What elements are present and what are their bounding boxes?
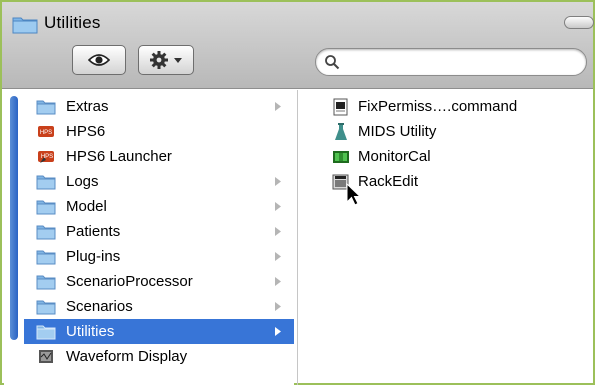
list-item-label: HPS6 Launcher xyxy=(66,148,172,165)
list-item-label: Logs xyxy=(66,173,99,190)
list-item-label: Model xyxy=(66,198,107,215)
search-input[interactable] xyxy=(346,52,576,72)
svg-text:HPS: HPS xyxy=(40,130,52,136)
list-item-label: RackEdit xyxy=(358,173,419,190)
action-menu-button[interactable] xyxy=(138,45,194,75)
column-scrollbar[interactable] xyxy=(10,96,18,340)
list-item-label: MonitorCal xyxy=(358,148,431,165)
list-item-label: HPS6 xyxy=(66,123,106,140)
list-item-label: Extras xyxy=(66,98,109,115)
disclosure-arrow-icon xyxy=(275,277,281,286)
list-item-hps6-launcher[interactable]: HPS HPS6 Launcher xyxy=(24,144,294,169)
list-item-extras[interactable]: Extras xyxy=(24,94,294,119)
list-item-label: FixPermiss….command xyxy=(358,98,518,115)
svg-text:HPS: HPS xyxy=(41,154,53,160)
list-item-hps6[interactable]: HPS HPS6 xyxy=(24,119,294,144)
list-item-model[interactable]: Model xyxy=(24,194,294,219)
quick-look-button[interactable] xyxy=(72,45,126,75)
list-item-waveform-display[interactable]: Waveform Display xyxy=(24,344,294,369)
folder-icon xyxy=(36,225,56,240)
mouse-pointer-icon xyxy=(346,183,362,206)
folder-icon xyxy=(36,325,56,340)
folder-icon xyxy=(36,200,56,215)
mids-app-icon xyxy=(335,122,347,140)
window-toolbar: Utilities xyxy=(2,2,594,89)
list-item-mids-utility[interactable]: MIDS Utility xyxy=(332,119,436,144)
list-item-label: ScenarioProcessor xyxy=(66,273,193,290)
list-item-patients[interactable]: Patients xyxy=(24,219,294,244)
list-item-rackedit[interactable]: RackEdit xyxy=(332,169,418,194)
finder-window: Utilities Extras HPS HPS6 HPS HPS6 Launc… xyxy=(0,0,595,385)
list-item-scenarioprocessor[interactable]: ScenarioProcessor xyxy=(24,269,294,294)
disclosure-arrow-icon xyxy=(275,177,281,186)
folder-icon xyxy=(36,175,56,190)
app-icon xyxy=(39,350,53,363)
list-item-utilities[interactable]: Utilities xyxy=(24,319,294,344)
chevron-down-icon xyxy=(174,58,182,63)
disclosure-arrow-icon xyxy=(275,202,281,211)
list-item-label: Waveform Display xyxy=(66,348,188,365)
eye-icon xyxy=(88,54,110,66)
monitor-app-icon xyxy=(333,150,349,163)
hps-launcher-icon: HPS xyxy=(38,151,54,163)
disclosure-arrow-icon xyxy=(275,327,281,336)
folder-icon xyxy=(36,100,56,115)
list-item-fixpermissions-command[interactable]: FixPermiss….command xyxy=(332,94,517,119)
gear-icon xyxy=(150,51,168,69)
list-item-monitorcal[interactable]: MonitorCal xyxy=(332,144,431,169)
search-icon xyxy=(325,55,340,70)
toolbar-toggle-button[interactable] xyxy=(564,16,594,29)
disclosure-arrow-icon xyxy=(275,102,281,111)
folder-icon xyxy=(12,17,38,34)
hps-app-icon: HPS xyxy=(38,126,54,137)
list-item-scenarios[interactable]: Scenarios xyxy=(24,294,294,319)
window-title: Utilities xyxy=(44,13,101,32)
list-item-label: Scenarios xyxy=(66,298,133,315)
folder-icon xyxy=(36,300,56,315)
list-item-label: Patients xyxy=(66,223,121,240)
search-field[interactable] xyxy=(315,48,587,76)
folder-icon xyxy=(36,275,56,290)
disclosure-arrow-icon xyxy=(275,227,281,236)
list-item-logs[interactable]: Logs xyxy=(24,169,294,194)
disclosure-arrow-icon xyxy=(275,252,281,261)
list-item-label: Utilities xyxy=(66,323,115,340)
folder-icon xyxy=(36,250,56,265)
list-item-plug-ins[interactable]: Plug-ins xyxy=(24,244,294,269)
list-item-label: MIDS Utility xyxy=(358,123,437,140)
list-item-label: Plug-ins xyxy=(66,248,121,265)
disclosure-arrow-icon xyxy=(275,302,281,311)
script-file-icon xyxy=(333,98,348,115)
